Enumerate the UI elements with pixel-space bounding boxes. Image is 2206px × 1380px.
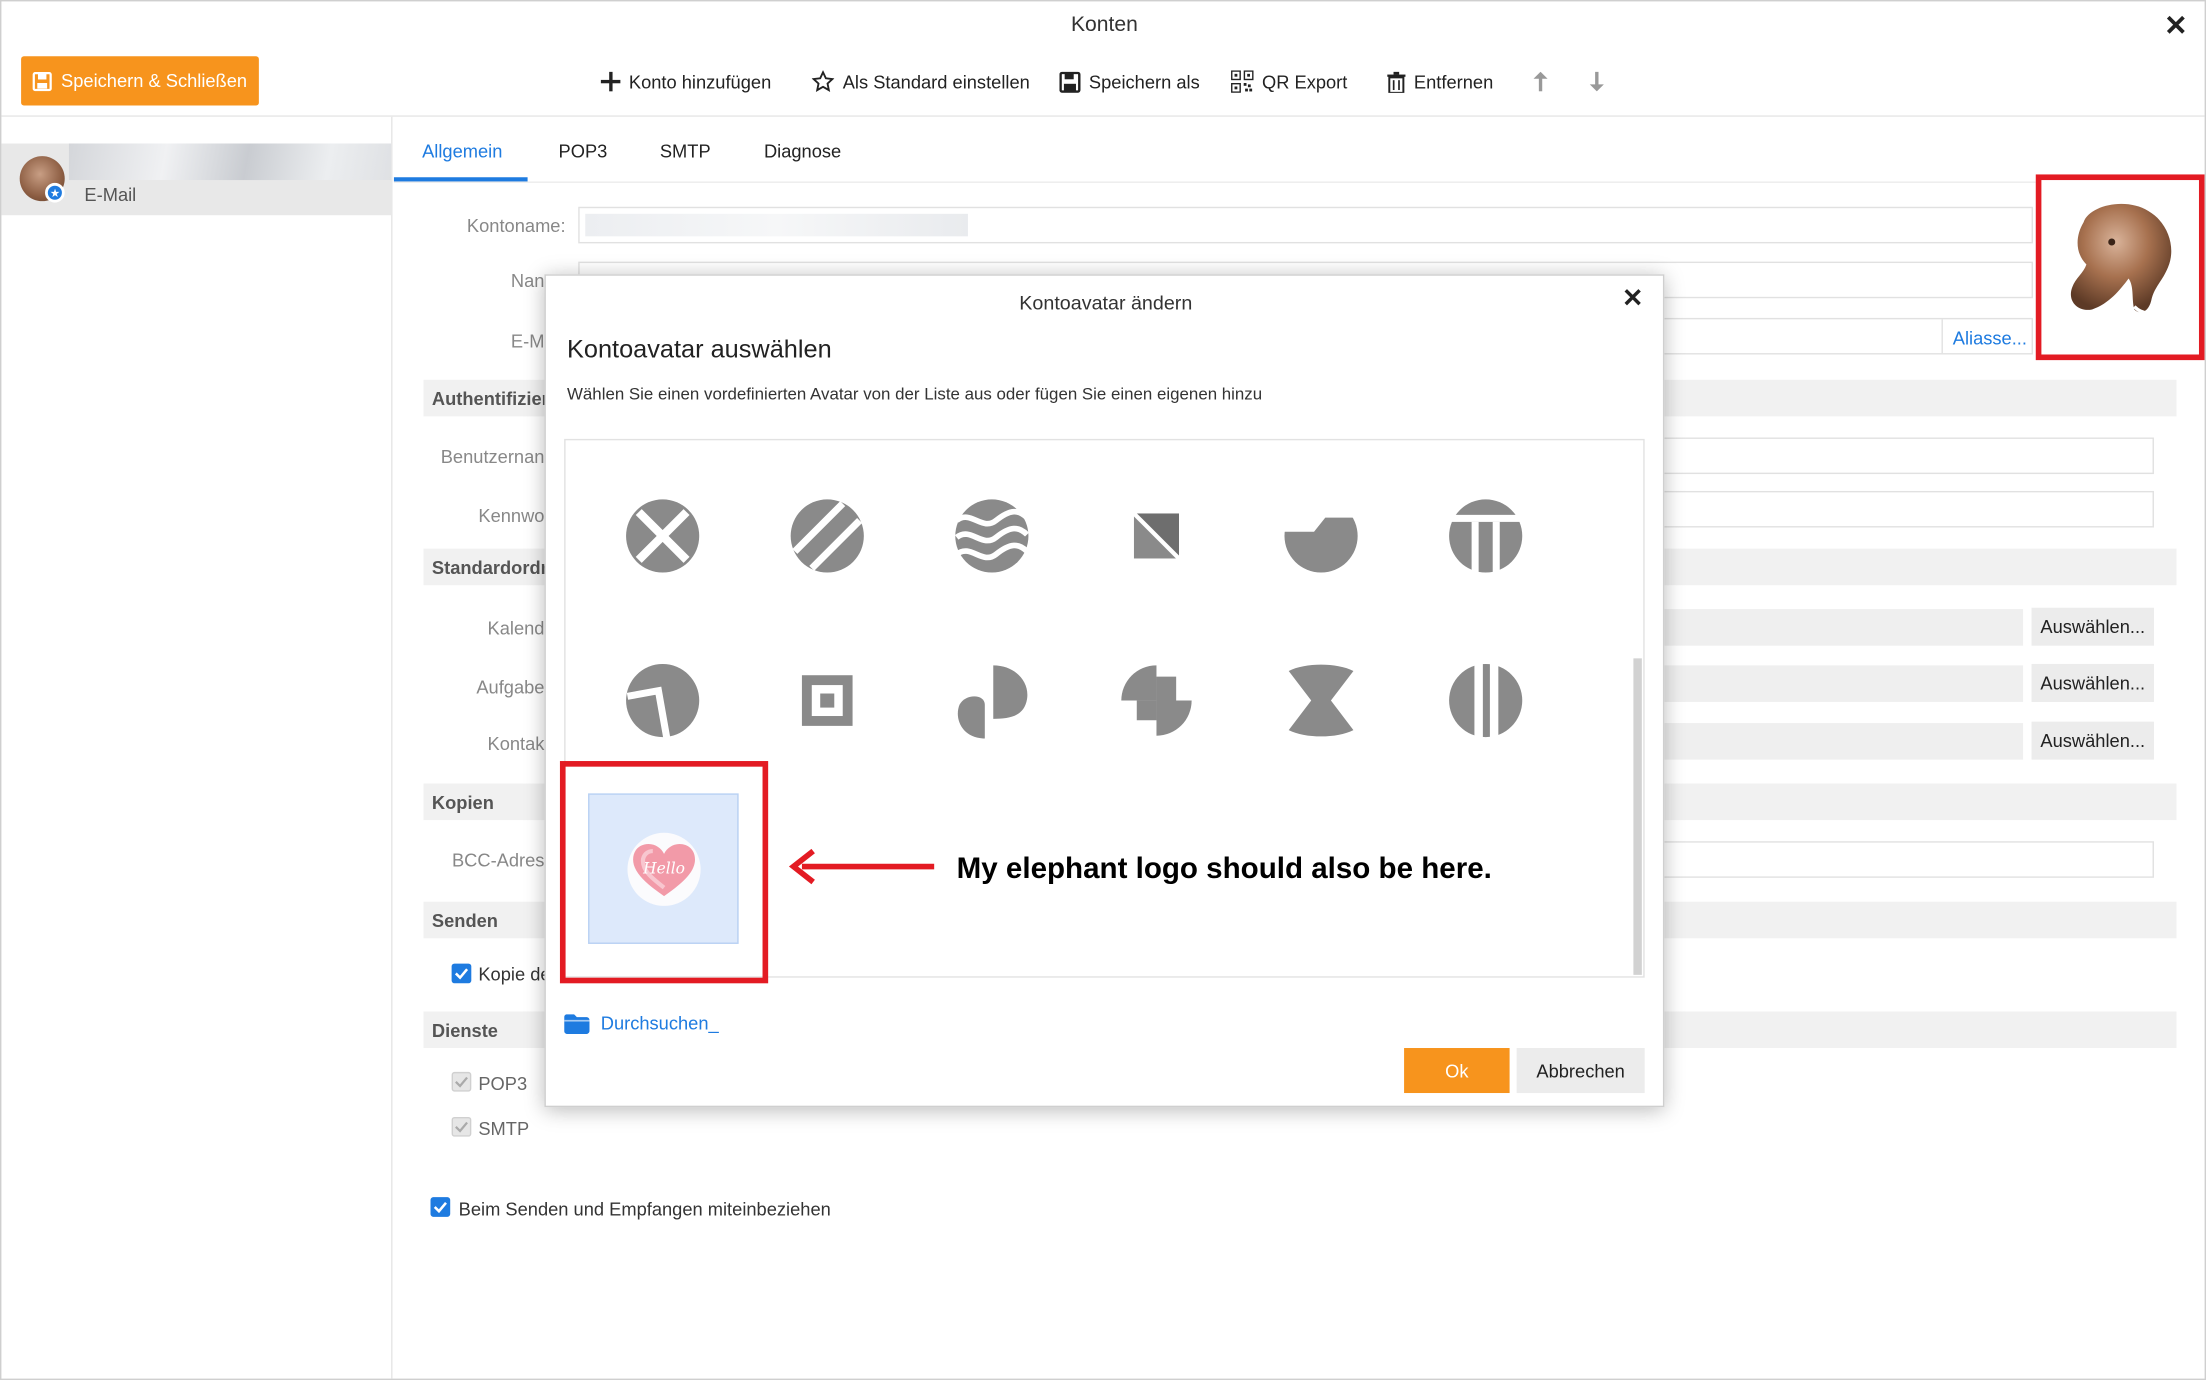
- plus-icon: [600, 71, 621, 92]
- avatar-hourglass-icon[interactable]: [1283, 663, 1359, 739]
- tab-general[interactable]: Allgemein: [422, 141, 502, 162]
- aliases-divider: [1941, 319, 1943, 354]
- smtp-checkbox: [451, 1116, 472, 1137]
- account-type-label: E-Mail: [84, 184, 137, 206]
- checkmark-icon: [454, 968, 469, 980]
- account-name-label: Kontoname:: [466, 215, 566, 237]
- avatar-square-target-icon[interactable]: [789, 663, 865, 739]
- qr-export-button[interactable]: QR Export: [1231, 66, 1347, 97]
- avatar-puzzle-shape-icon[interactable]: [1118, 663, 1194, 739]
- remove-button[interactable]: Entfernen: [1387, 66, 1493, 97]
- star-icon: [811, 70, 835, 92]
- calendar-label: Kalend: [487, 617, 545, 639]
- accounts-window: Konten ✕ Speichern & Schließen Konto hin…: [0, 0, 2206, 1380]
- password-label: Kennwo: [478, 505, 545, 527]
- dialog-subtitle: Wählen Sie einen vordefinierten Avatar v…: [566, 384, 1263, 404]
- change-avatar-dialog: Kontoavatar ändern ✕ Kontoavatar auswähl…: [544, 274, 1665, 1108]
- dialog-close-icon[interactable]: ✕: [1622, 284, 1643, 314]
- annotation-text: My elephant logo should also be here.: [956, 852, 1492, 885]
- checkmark-icon: [433, 1201, 447, 1214]
- qr-export-label: QR Export: [1261, 71, 1348, 93]
- account-sidebar: ★ E-Mail: [1, 116, 393, 1379]
- avatar-square-triangle-icon[interactable]: [1118, 498, 1194, 574]
- tab-pop3[interactable]: POP3: [559, 141, 608, 162]
- avatar-circle-waves-icon[interactable]: [954, 498, 1030, 574]
- add-account-label: Konto hinzufügen: [628, 71, 772, 93]
- avatar-circle-notch-icon[interactable]: [1283, 497, 1360, 574]
- tab-smtp[interactable]: SMTP: [660, 141, 711, 162]
- browse-label: Durchsuchen_: [600, 1012, 719, 1034]
- avatar-circle-slashes-icon[interactable]: [789, 498, 865, 574]
- account-list-item[interactable]: ★ E-Mail: [1, 143, 392, 216]
- username-label: Benutzernan: [440, 445, 545, 468]
- save-icon: [33, 71, 53, 91]
- move-up-button[interactable]: [1532, 66, 1549, 97]
- save-and-close-label: Speichern & Schließen: [61, 70, 248, 92]
- account-name-redacted: [585, 213, 968, 237]
- tab-diagnose[interactable]: Diagnose: [764, 141, 841, 162]
- avatar-circle-x-icon[interactable]: [625, 498, 701, 574]
- choose-tasks-button[interactable]: Auswählen...: [2031, 663, 2154, 702]
- tabs-divider: [393, 181, 2205, 183]
- folder-icon: [564, 1013, 590, 1034]
- avatar-circle-t-icon[interactable]: [1447, 498, 1524, 574]
- qr-code-icon: [1231, 70, 1254, 93]
- default-star-badge-icon: ★: [45, 182, 65, 203]
- floppy-icon: [1059, 71, 1081, 93]
- account-name-field[interactable]: [578, 206, 2033, 244]
- include-checkbox[interactable]: [430, 1197, 451, 1217]
- avatar-circle-bars-icon[interactable]: [1448, 662, 1524, 739]
- save-as-label: Speichern als: [1088, 71, 1200, 93]
- elephant-icon: [2070, 203, 2172, 315]
- custom-avatar-highlight: [559, 761, 769, 984]
- account-name-redacted: [68, 143, 392, 181]
- email-label: E-M: [510, 330, 545, 352]
- include-checkbox-label: Beim Senden und Empfangen miteinbeziehen: [458, 1198, 831, 1220]
- ok-button[interactable]: Ok: [1404, 1048, 1510, 1094]
- avatar-petal-icon[interactable]: [954, 663, 1030, 739]
- trash-icon: [1387, 71, 1406, 93]
- dialog-title: Kontoavatar ändern: [1019, 291, 1193, 314]
- window-title: Konten: [1070, 12, 1138, 37]
- window-close-icon[interactable]: ✕: [2164, 8, 2188, 43]
- annotation-arrow-icon: [788, 848, 935, 885]
- arrow-up-icon: [1533, 71, 1548, 92]
- avatar-preview-highlight[interactable]: [2035, 174, 2205, 361]
- avatar-list-scrollbar[interactable]: [1633, 658, 1642, 975]
- save-as-button[interactable]: Speichern als: [1059, 66, 1200, 97]
- move-down-button[interactable]: [1588, 66, 1605, 97]
- choose-contacts-button[interactable]: Auswählen...: [2031, 721, 2154, 760]
- browse-link[interactable]: Durchsuchen_: [564, 1013, 719, 1034]
- bcc-label: BCC-Adres: [451, 849, 545, 871]
- copy-checkbox[interactable]: [451, 963, 472, 984]
- remove-label: Entfernen: [1413, 71, 1494, 93]
- pop3-checkbox-label: POP3: [478, 1073, 528, 1095]
- copy-checkbox-label: Kopie de: [478, 963, 551, 985]
- checkmark-icon: [455, 1121, 468, 1133]
- dialog-heading: Kontoavatar auswählen: [566, 334, 832, 363]
- pop3-checkbox: [451, 1071, 472, 1092]
- cancel-button[interactable]: Abbrechen: [1516, 1048, 1645, 1094]
- add-account-button[interactable]: Konto hinzufügen: [600, 66, 772, 97]
- tasks-label: Aufgabe: [476, 676, 545, 698]
- set-default-button[interactable]: Als Standard einstellen: [811, 66, 1030, 97]
- choose-calendar-button[interactable]: Auswählen...: [2031, 607, 2154, 646]
- save-and-close-button[interactable]: Speichern & Schließen: [21, 56, 259, 106]
- checkmark-icon: [455, 1076, 468, 1088]
- aliases-link[interactable]: Aliasse...: [1953, 328, 2027, 349]
- arrow-down-icon: [1589, 71, 1604, 92]
- contacts-label: Kontak: [487, 732, 545, 755]
- smtp-checkbox-label: SMTP: [478, 1118, 530, 1140]
- avatar-circle-split-icon[interactable]: [625, 663, 701, 739]
- set-default-label: Als Standard einstellen: [842, 71, 1030, 93]
- name-label: Nan: [510, 270, 545, 292]
